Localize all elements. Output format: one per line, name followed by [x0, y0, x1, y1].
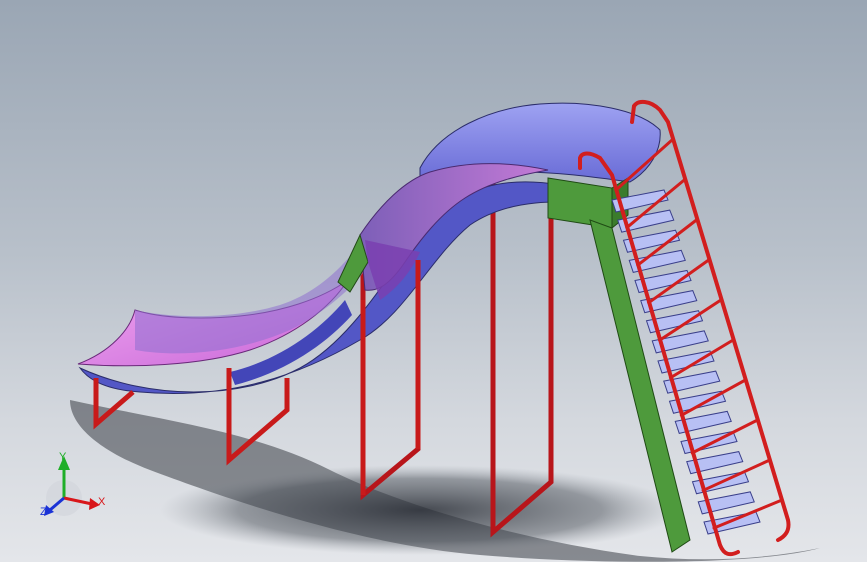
- cad-model-view[interactable]: [0, 0, 867, 562]
- x-axis-label: X: [98, 496, 106, 508]
- y-axis-label: Y: [59, 451, 67, 463]
- slide-chute: [77, 102, 661, 394]
- z-axis-label: Z: [40, 506, 47, 518]
- coordinate-triad[interactable]: [44, 456, 100, 516]
- graphics-viewport[interactable]: X Y Z: [0, 0, 867, 562]
